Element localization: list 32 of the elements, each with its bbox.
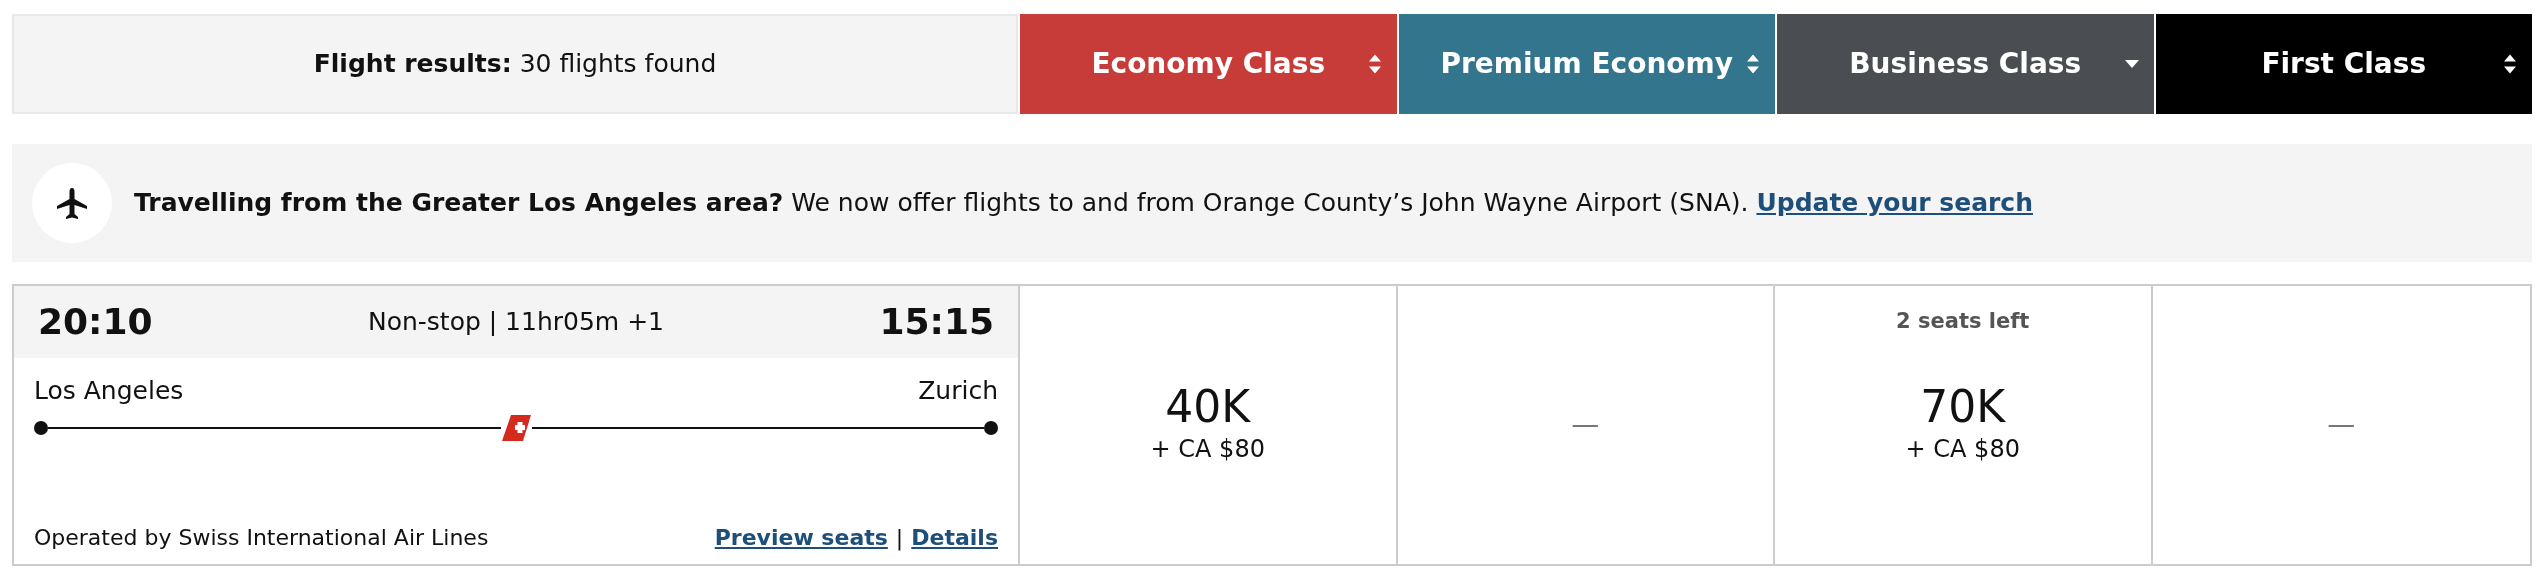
cabin-sort-button[interactable]: First Class <box>2155 14 2532 114</box>
details-link[interactable]: Details <box>911 521 998 554</box>
results-label: Flight results: <box>313 48 512 81</box>
fare-points: 40K <box>1165 382 1251 432</box>
swiss-tail-icon <box>500 413 532 442</box>
sort-icon <box>2502 53 2518 75</box>
destination-dot-icon <box>984 420 998 435</box>
fare-points: 70K <box>1920 382 2006 432</box>
plane-glyph-icon <box>55 186 89 220</box>
destination-city: Zurich <box>918 375 998 407</box>
link-separator: | <box>895 524 904 553</box>
results-count: 30 flights found <box>519 48 717 81</box>
seats-left-note: 2 seats left <box>1896 308 2030 335</box>
preview-seats-link[interactable]: Preview seats <box>714 521 888 554</box>
arrival-time: 15:15 <box>879 300 994 344</box>
cabin-sort-button[interactable]: Business Class <box>1777 14 2154 114</box>
origin-dot-icon <box>34 420 48 435</box>
cabin-sort-button[interactable]: Economy Class <box>1020 14 1397 114</box>
sort-icon <box>1745 53 1761 75</box>
operator-text: Operated by Swiss International Air Lines <box>34 524 489 552</box>
sort-descending-icon <box>2123 59 2140 69</box>
update-search-link[interactable]: Update your search <box>1756 188 2033 218</box>
unavailable-dash: — <box>1571 407 1600 443</box>
fare-fees: + CA $80 <box>1150 434 1265 466</box>
cabin-sort-button[interactable]: Premium Economy <box>1398 14 1775 114</box>
fare-fees: + CA $80 <box>1905 434 2020 466</box>
notice-text: Travelling from the Greater Los Angeles area? We now offer flights to and from Orange County’s John Wayne Airport (SNA). Update your search <box>134 187 2033 220</box>
sort-icon <box>1366 53 1383 75</box>
origin-city: Los Angeles <box>34 375 184 407</box>
unavailable-dash: — <box>2327 407 2356 443</box>
flight-duration: Non-stop | 11hr05m +1 <box>367 306 665 339</box>
departure-time: 20:10 <box>38 300 153 344</box>
